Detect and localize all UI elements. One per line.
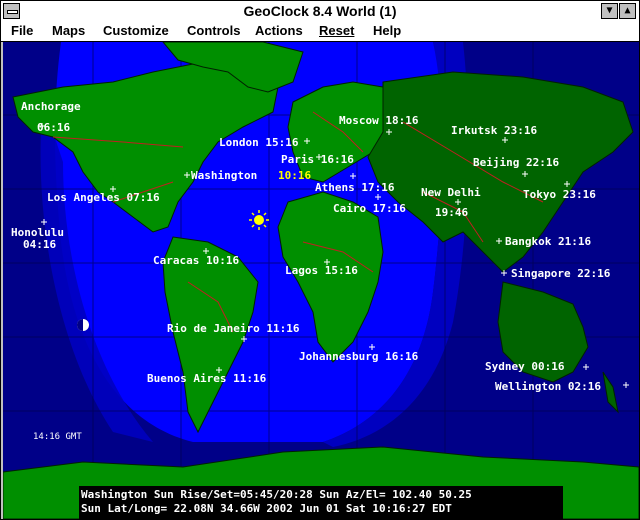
moon-icon xyxy=(77,319,89,331)
city-label-bangkok: Bangkok 21:16 xyxy=(505,235,591,248)
menu-reset[interactable]: Reset xyxy=(319,23,354,38)
city-label-rio-de-janeiro: Rio de Janeiro 11:16 xyxy=(167,322,300,335)
city-label-london: London 15:16 xyxy=(219,136,299,149)
window-title: GeoClock 8.4 World (1) xyxy=(243,3,397,19)
city-label-buenos-aires: Buenos Aires 11:16 xyxy=(147,372,267,385)
city-label-johannesburg: Johannesburg 16:16 xyxy=(299,350,419,363)
city-label-washington: Washington xyxy=(191,169,257,182)
menu-actions[interactable]: Actions xyxy=(255,23,303,38)
gmt-label: 14:16 GMT xyxy=(33,432,82,442)
menu-file[interactable]: File xyxy=(11,23,33,38)
city-label-wellington: Wellington 02:16 xyxy=(495,380,601,393)
city-label-anchorage: Anchorage xyxy=(21,100,81,113)
status-line-2: Sun Lat/Long= 22.08N 34.66W 2002 Jun 01 … xyxy=(81,502,452,515)
menu-bar: File Maps Customize Controls Actions Res… xyxy=(1,22,639,42)
city-time-anchorage: 06:16 xyxy=(37,121,70,134)
city-label-cairo: Cairo 17:16 xyxy=(333,202,406,215)
city-label-lagos: Lagos 15:16 xyxy=(285,264,358,277)
status-line-1: Washington Sun Rise/Set=05:45/20:28 Sun … xyxy=(81,488,472,501)
sun-icon xyxy=(249,210,269,230)
city-label-athens: Athens 17:16 xyxy=(315,181,395,194)
maximize-icon[interactable]: ▲ xyxy=(619,3,636,19)
city-label-moscow: Moscow 18:16 xyxy=(339,114,419,127)
city-time-washington: 10:16 xyxy=(278,169,311,182)
city-time-honolulu: 04:16 xyxy=(23,238,56,251)
city-label-paris: Paris 16:16 xyxy=(281,153,354,166)
geoclock-window: GeoClock 8.4 World (1) ▼ ▲ File Maps Cus… xyxy=(0,0,640,520)
menu-maps[interactable]: Maps xyxy=(52,23,85,38)
city-label-beijing: Beijing 22:16 xyxy=(473,156,559,169)
city-label-tokyo: Tokyo 23:16 xyxy=(523,188,596,201)
city-label-los-angeles: Los Angeles 07:16 xyxy=(47,191,160,204)
world-map[interactable]: Anchorage 06:16 Los Angeles 07:16 Honolu… xyxy=(3,42,639,519)
city-label-sydney: Sydney 00:16 xyxy=(485,360,565,373)
city-label-caracas: Caracas 10:16 xyxy=(153,254,239,267)
menu-controls[interactable]: Controls xyxy=(187,23,240,38)
city-label-singapore: Singapore 22:16 xyxy=(511,267,611,280)
minimize-icon[interactable]: ▼ xyxy=(601,3,618,19)
menu-help[interactable]: Help xyxy=(373,23,401,38)
title-bar[interactable]: GeoClock 8.4 World (1) ▼ ▲ xyxy=(1,1,639,23)
city-label-irkutsk: Irkutsk 23:16 xyxy=(451,124,537,137)
menu-customize[interactable]: Customize xyxy=(103,23,169,38)
city-time-new-delhi: 19:46 xyxy=(435,206,468,219)
city-label-new-delhi: New Delhi xyxy=(421,186,481,199)
